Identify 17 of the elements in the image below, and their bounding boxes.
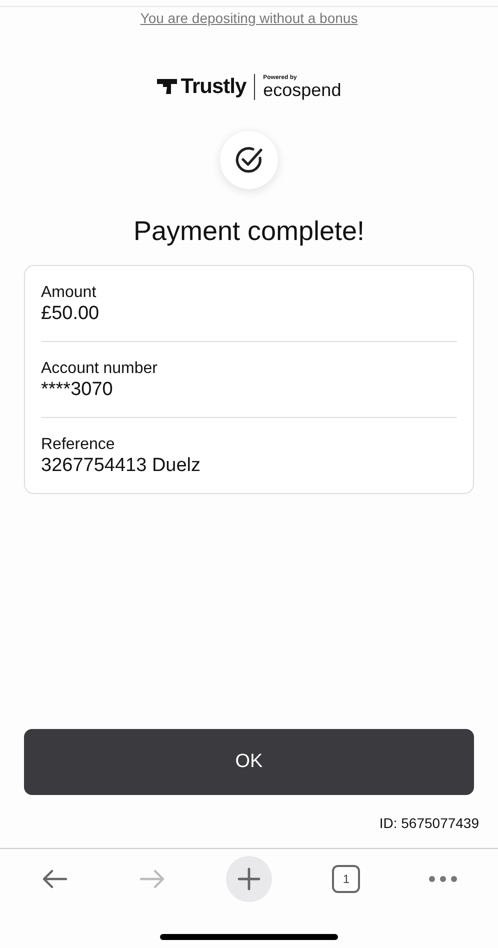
page-title: Payment complete!: [132, 214, 366, 248]
detail-value: £50.00: [41, 302, 100, 326]
brand-name: Trustly: [180, 74, 246, 100]
transaction-id: ID: 5675077439: [378, 814, 480, 833]
detail-label: Account number: [41, 358, 159, 378]
plus-icon: [236, 866, 261, 890]
check-circle-icon: [234, 144, 264, 174]
more-icon: [428, 874, 458, 882]
detail-value: 3267754413 Duelz: [41, 454, 202, 478]
partner-name: ecospend: [263, 80, 342, 99]
bonus-link[interactable]: You are depositing without a bonus: [140, 10, 358, 26]
detail-value: ****3070: [41, 378, 114, 402]
tab-count[interactable]: 1: [332, 864, 360, 892]
detail-label: Amount: [41, 283, 98, 302]
ok-button[interactable]: OK: [24, 729, 474, 795]
trustly-logo-icon: [156, 79, 177, 94]
detail-label: Reference: [41, 434, 116, 454]
